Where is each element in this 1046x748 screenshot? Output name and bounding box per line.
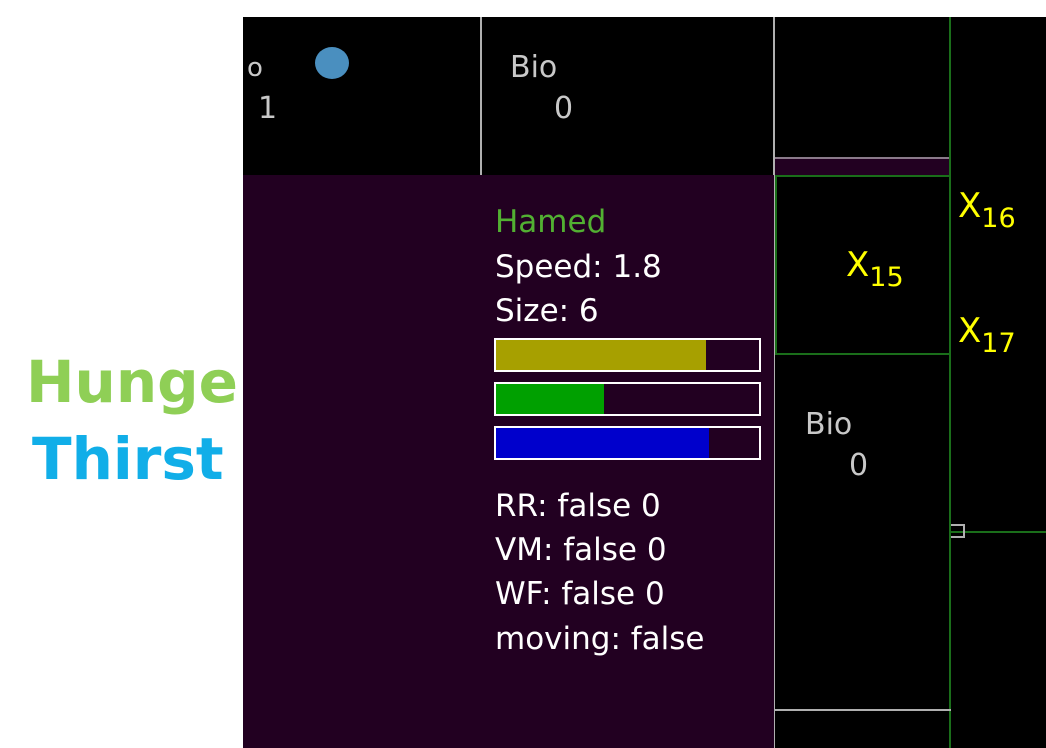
marker-17[interactable]: X17 — [958, 314, 1016, 357]
green-bar — [494, 382, 761, 416]
hunger-legend: Hunge — [26, 348, 238, 416]
x-marker-icon: X — [958, 186, 982, 226]
cell-value: 0 — [849, 448, 869, 483]
flag-vm: VM: false 0 — [495, 532, 667, 568]
grid-line — [775, 709, 951, 711]
cell-value: 0 — [554, 91, 574, 126]
grid-line — [775, 175, 951, 177]
grid-strip — [775, 157, 950, 175]
marker-15[interactable]: X15 — [846, 248, 904, 291]
cell-value: 1 — [258, 91, 278, 126]
x-marker-icon: X — [958, 311, 982, 351]
cell-label: Bio — [805, 407, 853, 442]
marker-16[interactable]: X16 — [958, 189, 1016, 232]
flag-wf: WF: false 0 — [495, 576, 665, 612]
grid-line — [775, 353, 951, 355]
marker-index: 17 — [981, 328, 1016, 359]
grid-line — [951, 531, 1046, 533]
creature-info-panel: Hamed Speed: 1.8 Size: 6 RR: false 0 VM:… — [243, 175, 774, 748]
grid-line — [480, 17, 482, 175]
blue-bar-fill — [496, 428, 710, 458]
food-dot-icon[interactable] — [315, 47, 349, 79]
creature-name: Hamed — [495, 204, 607, 240]
marker-index: 15 — [869, 262, 904, 293]
flag-rr: RR: false 0 — [495, 488, 661, 524]
flag-moving: moving: false — [495, 621, 705, 657]
game-view[interactable]: o 1 Bio 0 Bio 0 X15 X16 X17 Hamed Speed:… — [243, 17, 1046, 748]
x-marker-icon: X — [846, 245, 870, 285]
thirst-legend: Thirst — [32, 425, 224, 493]
small-square-icon — [951, 524, 965, 538]
creature-size: Size: 6 — [495, 293, 599, 329]
grid-line — [949, 17, 951, 748]
cell-label: o — [247, 53, 263, 83]
creature-speed: Speed: 1.8 — [495, 249, 662, 285]
blue-bar — [494, 426, 761, 460]
marker-index: 16 — [981, 203, 1016, 234]
green-bar-fill — [496, 384, 604, 414]
grid-line — [775, 175, 777, 355]
cell-label: Bio — [510, 50, 558, 85]
yellow-bar-fill — [496, 340, 707, 370]
yellow-bar — [494, 338, 761, 372]
